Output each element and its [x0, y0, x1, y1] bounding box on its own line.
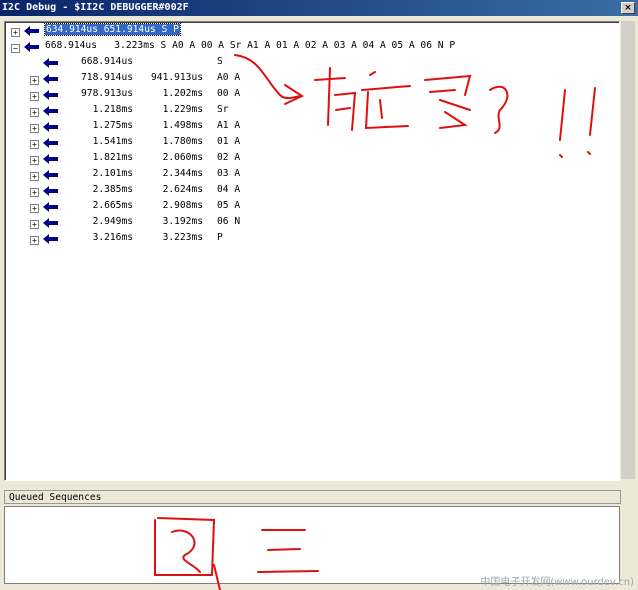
end-time: 2.624ms: [162, 184, 203, 195]
collapse-toggle[interactable]: −: [11, 44, 20, 53]
expand-toggle[interactable]: +: [30, 76, 39, 85]
arrow-left-icon: [24, 42, 39, 52]
arrow-left-icon: [43, 234, 58, 244]
sequence-value: 05 A: [217, 200, 241, 211]
arrow-left-icon: [43, 74, 58, 84]
sequence-value: S: [217, 56, 223, 67]
end-time: 2.908ms: [162, 200, 203, 211]
tree-item[interactable]: 668.914us S: [65, 54, 223, 70]
end-time: 3.223ms: [162, 232, 203, 243]
tree-item[interactable]: 3.216ms 3.223ms P: [65, 230, 223, 246]
tree-item[interactable]: 1.218ms 1.229ms Sr: [65, 102, 229, 118]
tree-item[interactable]: 2.949ms 3.192ms 06 N: [65, 214, 241, 230]
sequence-value: 00 A: [217, 88, 241, 99]
sequence-value: 01 A: [217, 136, 241, 147]
tree-item[interactable]: 978.913us 1.202ms 00 A: [65, 86, 240, 102]
expand-toggle[interactable]: +: [30, 140, 39, 149]
end-time: 1.780ms: [162, 136, 203, 147]
start-time: 2.949ms: [92, 216, 133, 227]
title-bar: I2C Debug - $II2C DEBUGGER#002F ×: [0, 0, 638, 16]
arrow-left-icon: [43, 122, 58, 132]
expand-toggle[interactable]: +: [30, 220, 39, 229]
start-time: 2.665ms: [92, 200, 133, 211]
start-time: 2.101ms: [92, 168, 133, 179]
arrow-left-icon: [43, 106, 58, 116]
close-button[interactable]: ×: [621, 2, 635, 14]
arrow-left-icon: [43, 186, 58, 196]
sequence-value: Sr: [217, 104, 229, 115]
tree-item[interactable]: 2.665ms 2.908ms 05 A: [65, 198, 241, 214]
sequence-value: 02 A: [217, 152, 241, 163]
arrow-left-icon: [43, 202, 58, 212]
sequence-value: 03 A: [217, 168, 241, 179]
expand-toggle[interactable]: +: [30, 124, 39, 133]
start-time: 1.275ms: [92, 120, 133, 131]
end-time: 1.498ms: [162, 120, 203, 131]
end-time: 2.060ms: [162, 152, 203, 163]
expand-toggle[interactable]: +: [30, 236, 39, 245]
window-title: I2C Debug - $II2C DEBUGGER#002F: [2, 2, 189, 13]
sequence-value: A0 A: [217, 72, 241, 83]
tree-item[interactable]: 2.101ms 2.344ms 03 A: [65, 166, 241, 182]
tree-item[interactable]: 1.541ms 1.780ms 01 A: [65, 134, 241, 150]
tree-item[interactable]: 718.914us 941.913us A0 A: [65, 70, 240, 86]
vertical-scrollbar[interactable]: [621, 21, 635, 479]
expand-toggle[interactable]: +: [30, 188, 39, 197]
start-time: 2.385ms: [92, 184, 133, 195]
watermark: 中国电子开发网(www.ourdev.cn): [480, 577, 634, 588]
expand-toggle[interactable]: +: [30, 92, 39, 101]
arrow-left-icon: [43, 138, 58, 148]
arrow-left-icon: [43, 90, 58, 100]
tree-item-label: 634.914us 651.914us S P: [44, 23, 181, 36]
tree-item[interactable]: 2.385ms 2.624ms 04 A: [65, 182, 241, 198]
end-time: 1.202ms: [162, 88, 203, 99]
sequence-value: A1 A: [217, 120, 241, 131]
sequence-value: 04 A: [217, 184, 241, 195]
queued-sequences-header: Queued Sequences: [4, 490, 621, 504]
arrow-left-icon: [43, 58, 58, 68]
tree-item[interactable]: 1.821ms 2.060ms 02 A: [65, 150, 241, 166]
start-time: 3.216ms: [92, 232, 133, 243]
expand-toggle[interactable]: +: [30, 156, 39, 165]
arrow-left-icon: [43, 218, 58, 228]
arrow-left-icon: [24, 26, 39, 36]
start-time: 1.218ms: [92, 104, 133, 115]
start-time: 978.913us: [81, 88, 133, 99]
tree-item-root[interactable]: 634.914us 651.914us S P: [44, 22, 181, 38]
start-time: 668.914us: [81, 56, 133, 67]
expand-toggle[interactable]: +: [30, 108, 39, 117]
expand-toggle[interactable]: +: [30, 204, 39, 213]
end-time: 3.192ms: [162, 216, 203, 227]
sequence-value: 06 N: [217, 216, 241, 227]
end-time: 941.913us: [151, 72, 203, 83]
end-time: 2.344ms: [162, 168, 203, 179]
start-time: 718.914us: [81, 72, 133, 83]
sequence-value: P: [217, 232, 223, 243]
arrow-left-icon: [43, 170, 58, 180]
arrow-left-icon: [43, 154, 58, 164]
expand-toggle[interactable]: +: [30, 172, 39, 181]
sequence-tree[interactable]: + 634.914us 651.914us S P − 668.914us 3.…: [4, 21, 620, 481]
start-time: 1.821ms: [92, 152, 133, 163]
end-time: 1.229ms: [162, 104, 203, 115]
tree-item-root[interactable]: 668.914us 3.223ms S A0 A 00 A Sr A1 A 01…: [45, 38, 455, 54]
start-time: 1.541ms: [92, 136, 133, 147]
tree-item[interactable]: 1.275ms 1.498ms A1 A: [65, 118, 241, 134]
expand-toggle[interactable]: +: [11, 28, 20, 37]
